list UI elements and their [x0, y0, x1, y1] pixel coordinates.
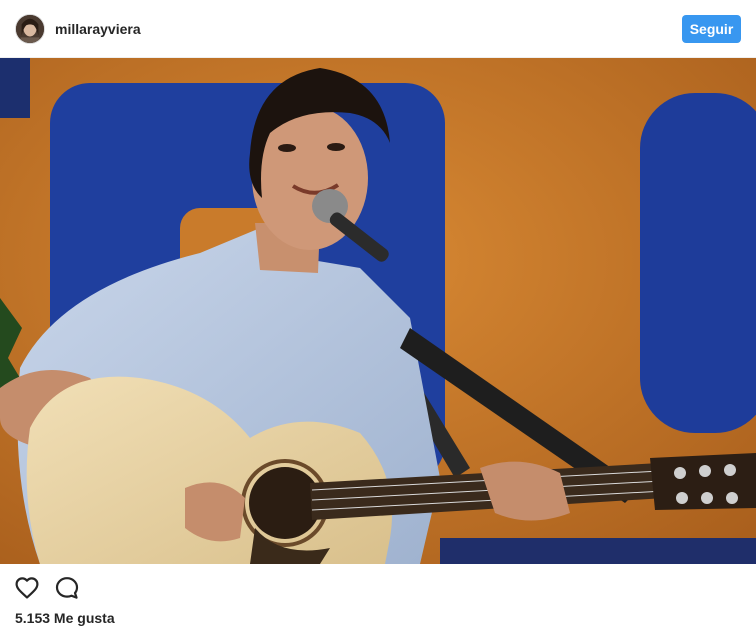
- speech-bubble-icon[interactable]: [54, 575, 80, 601]
- likes-count[interactable]: 5.153 Me gusta: [15, 609, 115, 627]
- avatar-image: [16, 15, 44, 43]
- instagram-post: millarayviera Seguir 5.153 Me gusta: [0, 0, 756, 632]
- username[interactable]: millarayviera: [55, 21, 141, 37]
- heart-outline-icon[interactable]: [14, 575, 40, 601]
- post-header: millarayviera Seguir: [0, 0, 756, 58]
- post-image: [0, 58, 756, 564]
- avatar[interactable]: [15, 14, 45, 44]
- follow-button[interactable]: Seguir: [682, 15, 741, 43]
- post-photo[interactable]: [0, 58, 756, 564]
- post-actions: [0, 564, 756, 610]
